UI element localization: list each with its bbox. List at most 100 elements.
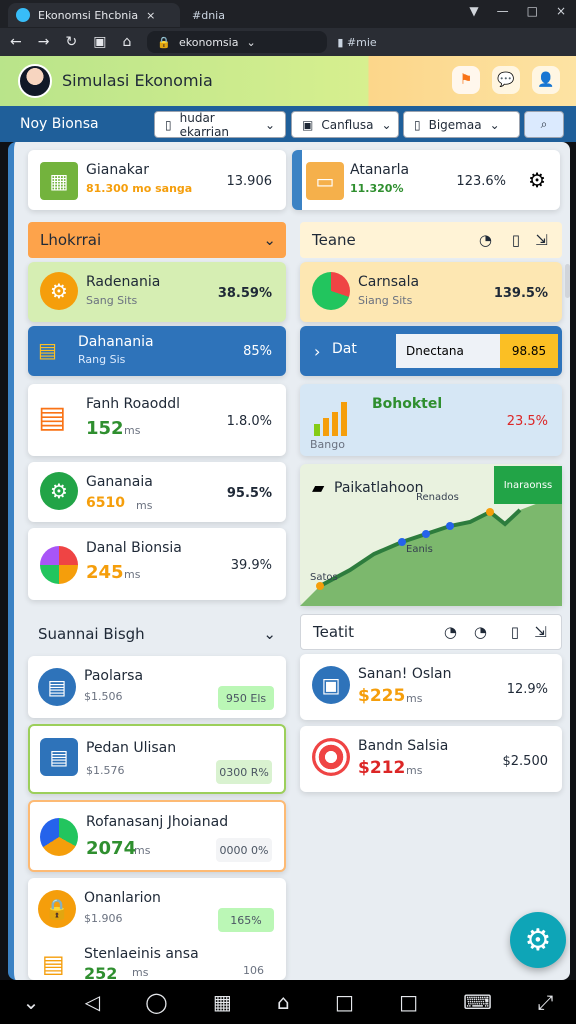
toolbar-button-3[interactable]: ▯ Bigemaa ⌄ (403, 111, 520, 138)
search-button[interactable]: ⌕ (524, 111, 564, 138)
apps-icon[interactable]: ▣ (93, 34, 106, 50)
chart-point (486, 508, 494, 516)
close-window-icon[interactable]: × (556, 4, 566, 18)
minimize-icon[interactable]: — (497, 4, 509, 18)
left-section-header[interactable]: Lhokrrai ⌄ (28, 222, 286, 258)
bottom-left-item-2-title: Pedan Ulisan (86, 740, 177, 756)
stat-sub-1: 81.300 mo sanga (86, 182, 193, 195)
report-icon: ▤ (40, 738, 78, 776)
settings-icon[interactable]: ⚙ (528, 168, 546, 192)
bottom-right-item-1[interactable]: ▣ Sanan! Oslan $225 ms 12.9% (300, 654, 562, 720)
left-item-2[interactable]: ▤ Dahanania Rang Sis 85% (28, 326, 286, 376)
bottom-left-item-4-badge: 165% (218, 908, 274, 932)
stat-pct-2: 123.6% (456, 174, 506, 189)
chevron-icon[interactable]: ⌄ (23, 990, 40, 1014)
resize-icon[interactable]: ⤢ (537, 990, 553, 1014)
chart-title: Paikatlahoon (334, 480, 424, 496)
right-item-1[interactable]: Carnsala Siang Sits 139.5% (300, 262, 562, 322)
expand-icon[interactable]: ⇲ (534, 623, 547, 641)
bottom-right-header[interactable]: Teatit ◔ ◔ ▯ ⇲ (300, 614, 562, 650)
left-item-3-value: 152 (86, 418, 124, 439)
wallet-icon: ▭ (306, 162, 344, 200)
theme-icon[interactable]: ◔ (444, 623, 457, 641)
toolbar-button-2[interactable]: ▣ Canflusa ⌄ (291, 111, 399, 138)
url-dropdown-icon[interactable]: ⌄ (246, 36, 255, 49)
url-input[interactable]: 🔒 ekonomsia ⌄ (147, 31, 328, 53)
reload-icon[interactable]: ↻ (65, 34, 77, 50)
phone-icon[interactable]: ▯ (511, 623, 519, 641)
theme-icon[interactable]: ◔ (479, 231, 492, 249)
scrollbar[interactable] (565, 264, 570, 298)
window-controls: ▼ — □ × (469, 4, 566, 18)
bottom-left-item-3[interactable]: Rofanasanj Jhoianad 2074 ms 0000 0% (28, 800, 286, 872)
home-icon[interactable]: ⌂ (122, 34, 131, 50)
pie-chart-icon (40, 546, 78, 584)
cog-icon: ⚙ (40, 472, 78, 510)
left-item-3-sub: ms (124, 424, 141, 437)
left-item-5[interactable]: Danal Bionsia 245 ms 39.9% (28, 528, 286, 600)
bottom-left-item-2[interactable]: ▤ Pedan Ulisan $1.576 0300 R% (28, 724, 286, 794)
bottom-left-item-1[interactable]: ▤ Paolarsa $1.506 950 Els (28, 656, 286, 718)
right-item-3[interactable]: Bohoktel Bango 23.5% (300, 384, 562, 456)
bookmark[interactable]: ▮ #mie (337, 36, 376, 49)
lock-icon: 🔒 (38, 890, 76, 928)
bottom-left-item-3-badge: 0000 0% (216, 838, 272, 862)
dropdown-icon[interactable]: ▼ (469, 4, 478, 18)
toolbar-button-1[interactable]: ▯ hudar ekarrian ⌄ (154, 111, 286, 139)
chat-icon[interactable]: ◯ (145, 990, 167, 1014)
left-item-4[interactable]: ⚙ Gananaia 6510 ms 95.5% (28, 462, 286, 522)
bottom-left-item-5-badge: 106 (243, 964, 264, 977)
left-item-1-pct: 38.59% (217, 286, 272, 301)
chart-label-1: Renados (416, 492, 459, 503)
chat-button[interactable]: 💬 (492, 66, 520, 94)
tab-active[interactable]: Ekonomsi Ehcbnia × (8, 3, 180, 27)
bottom-right-item-2[interactable]: Bandn Salsia $212 ms $2.500 (300, 726, 562, 792)
address-bar: ← → ↻ ▣ ⌂ 🔒 ekonomsia ⌄ ▮ #mie (0, 28, 576, 56)
left-item-3-pct: 1.8.0% (226, 414, 272, 429)
stat-sub-2: 11.320% (350, 182, 404, 195)
stat-card-1: ▦ Gianakar 81.300 mo sanga 13.906 (28, 150, 286, 210)
camera-icon: ▣ (302, 117, 314, 132)
tab-inactive[interactable]: #dnia (184, 3, 284, 27)
settings-fab[interactable]: ⚙ (510, 912, 566, 968)
back-icon[interactable]: ← (10, 34, 22, 50)
document-chart-icon: ▤ (38, 400, 67, 435)
toolbar: Noy Bionsa ▯ hudar ekarrian ⌄ ▣ Canflusa… (0, 106, 576, 142)
bottom-left-title: Suannai Bisgh (38, 625, 145, 643)
donut-chart-icon (312, 272, 350, 310)
bottom-right-title: Teatit (313, 623, 354, 641)
maximize-icon[interactable]: □ (527, 4, 538, 18)
right-item-2-input[interactable]: Dnectana (396, 334, 500, 368)
theme-icon-2[interactable]: ◔ (474, 623, 487, 641)
bottom-navigation: ⌄ ◁ ◯ ▦ ⌂ □ □ ⌨ ⤢ (0, 980, 576, 1024)
gear-icon: ⚙ (40, 272, 78, 310)
triangle-back-icon[interactable]: ◁ (85, 990, 100, 1014)
bottom-right-item-1-sub: ms (406, 692, 423, 705)
bottom-left-item-3-sub: ms (134, 844, 151, 857)
right-section-header[interactable]: Teane ◔ ▯ ⇲ (300, 222, 562, 258)
bookmark-label: #mie (346, 35, 377, 49)
forward-icon[interactable]: → (38, 34, 50, 50)
left-item-1[interactable]: ⚙ Radenania Sang Sits 38.59% (28, 262, 286, 322)
alert-button[interactable]: ⚑ (452, 66, 480, 94)
phone-icon[interactable]: ▯ (512, 231, 520, 249)
bottom-left-header[interactable]: Suannai Bisgh ⌄ (28, 616, 286, 652)
calendar-icon[interactable]: ▦ (213, 990, 232, 1014)
shield-icon: ▣ (312, 666, 350, 704)
ticket-icon: ▤ (38, 338, 57, 362)
bottom-left-item-1-badge: 950 Els (218, 686, 274, 710)
keyboard-icon[interactable]: ⌨ (463, 990, 492, 1014)
profile-button[interactable]: 👤 (532, 66, 560, 94)
bottom-left-item-4[interactable]: 🔒 Onanlarion $1.906 165% ▤ Stenlaeinis a… (28, 878, 286, 980)
square-icon[interactable]: □ (335, 990, 354, 1014)
left-item-3[interactable]: ▤ Fanh Roaoddl 152 ms 1.8.0% (28, 384, 286, 456)
square-icon-2[interactable]: □ (399, 990, 418, 1014)
home-icon[interactable]: ⌂ (277, 990, 290, 1014)
app-header: Simulasi Ekonomia ⚑ 💬 👤 (0, 56, 576, 106)
gear-icon: ⚙ (524, 922, 552, 958)
expand-icon[interactable]: ⇲ (535, 231, 548, 249)
tab-close-icon[interactable]: × (146, 9, 155, 22)
left-item-4-sub: ms (136, 499, 153, 512)
chart-point (398, 538, 406, 546)
briefcase-icon: ▤ (42, 950, 65, 978)
